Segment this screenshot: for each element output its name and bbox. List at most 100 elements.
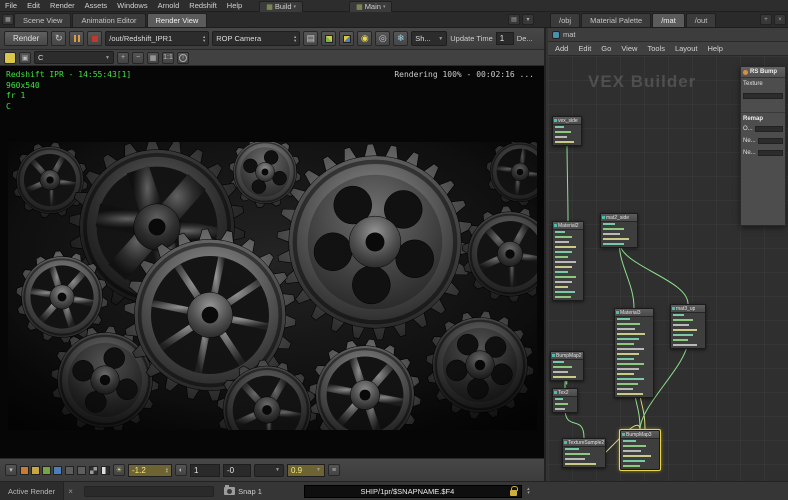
menu-item-windows[interactable]: Windows [112, 1, 152, 10]
contrast-icon[interactable]: ◐ [175, 464, 187, 476]
swatch-icon[interactable] [4, 51, 16, 64]
update-time-input[interactable]: 1 [495, 32, 514, 45]
network-menu-tools[interactable]: Tools [642, 44, 670, 53]
actual-size-icon[interactable]: 1:1 [162, 51, 174, 64]
pane-split-icon[interactable]: ▤ [508, 14, 520, 25]
spinner-icon[interactable]: ▴ ▾ [527, 486, 530, 496]
node-label: mat2_side [606, 214, 630, 221]
node-header: TextureSample2 [563, 439, 605, 447]
offset-field[interactable]: -0 [223, 463, 251, 477]
network-menu-help[interactable]: Help [702, 44, 727, 53]
node-material2[interactable]: Material2 [552, 221, 584, 301]
parameter-panel-header[interactable]: RS Bump [741, 67, 785, 78]
close-icon[interactable]: × [64, 487, 77, 496]
tab-animation-editor[interactable]: Animation Editor [72, 13, 146, 27]
spinner-icon[interactable]: ▴ ▾ [166, 466, 168, 474]
node-material3[interactable]: Material3 [614, 308, 654, 398]
param-field[interactable] [754, 126, 783, 132]
pane-menu-icon[interactable]: ▦ [2, 14, 14, 25]
node-texturesample2[interactable]: TextureSample2 [562, 438, 606, 468]
refresh-icon[interactable]: ↻ [51, 31, 67, 46]
tab-mat[interactable]: /mat [652, 13, 685, 27]
node-param-row [601, 223, 637, 227]
vignette-overlay [8, 142, 537, 430]
lut-gamma-field[interactable]: 0.9 ▼ [287, 463, 325, 477]
display-mode-icon[interactable]: ▤ [303, 31, 319, 46]
spinner-icon[interactable]: ▴ ▾ [203, 35, 205, 42]
desktop-tab-build[interactable]: ▦ Build ▾ [259, 0, 304, 12]
color-chip-0[interactable] [20, 465, 29, 475]
pause-icon[interactable] [69, 31, 85, 46]
gamma-field[interactable]: -1.2 ▴ ▾ [128, 463, 172, 477]
color-chip-1[interactable] [31, 465, 40, 475]
menu-item-assets[interactable]: Assets [80, 1, 113, 10]
color-chip-3[interactable] [53, 465, 62, 475]
network-menu-add[interactable]: Add [550, 44, 573, 53]
node-mat3_up[interactable]: mat3_up [670, 304, 706, 349]
crosshair-icon[interactable]: ◎ [375, 31, 391, 46]
zoom-in-icon[interactable]: + [117, 51, 129, 64]
menu-item-render[interactable]: Render [45, 1, 80, 10]
node-vex_side[interactable]: vex_side [552, 116, 582, 146]
param-field[interactable] [757, 150, 783, 156]
fit-view-icon[interactable]: ▦ [147, 51, 159, 64]
brightness-icon[interactable]: ☀ [113, 464, 125, 476]
node-bumpmap3[interactable]: BumpMap3 [619, 429, 661, 471]
render-viewport[interactable]: Redshift IPR - 14:55:43[1] 960x540 fr 1 … [0, 66, 544, 458]
network-menu-go[interactable]: Go [596, 44, 616, 53]
tab-scene-view[interactable]: Scene View [14, 13, 72, 27]
shader-select[interactable]: Sh... ▼ [411, 31, 448, 46]
freeze-icon[interactable]: ❄ [393, 31, 409, 46]
active-render-tab[interactable]: Active Render [0, 482, 65, 500]
network-menu-view[interactable]: View [616, 44, 642, 53]
checker-background-icon[interactable] [89, 465, 98, 475]
network-menu-layout[interactable]: Layout [670, 44, 703, 53]
color-chip-2[interactable] [42, 465, 51, 475]
output-path-field[interactable]: SHIP/1pr/$SNAPNAME.$F4 [303, 484, 522, 498]
lut-select[interactable]: ▼ [254, 463, 284, 477]
gain-field[interactable]: 1 [190, 463, 220, 477]
network-menu-edit[interactable]: Edit [573, 44, 596, 53]
menu-item-arnold[interactable]: Arnold [153, 1, 185, 10]
desktop-tab-main[interactable]: ▦ Main ▾ [349, 0, 393, 12]
menu-item-redshift[interactable]: Redshift [184, 1, 222, 10]
node-param-row [563, 458, 605, 462]
lock-icon[interactable] [509, 485, 518, 496]
info-icon[interactable]: i [177, 51, 189, 64]
gray-chip[interactable] [65, 465, 74, 475]
menu-item-file[interactable]: File [0, 1, 22, 10]
snapshot-camera-icon[interactable] [224, 485, 236, 495]
node-bumpmap2[interactable]: BumpMap2 [550, 351, 584, 381]
network-canvas[interactable]: VEX Builder RS Bump Texture Remap O... Ne… [548, 56, 788, 481]
tab-out[interactable]: /out [685, 13, 717, 27]
gray-chip[interactable] [77, 465, 86, 475]
menu-item-edit[interactable]: Edit [22, 1, 45, 10]
render-button[interactable]: Render [4, 31, 49, 46]
tab-material-palette[interactable]: Material Palette [581, 13, 652, 27]
menu-item-help[interactable]: Help [222, 1, 247, 10]
chevron-down-icon[interactable]: ▾ [522, 14, 534, 25]
zoom-out-icon[interactable]: − [132, 51, 144, 64]
texture-field[interactable] [743, 93, 783, 99]
close-tab-icon[interactable]: × [774, 14, 786, 25]
background-icon[interactable]: ▣ [19, 51, 31, 64]
chevron-down-icon[interactable]: ▾ [5, 464, 17, 476]
node-tex2[interactable]: Tex2 [552, 388, 578, 413]
param-field[interactable] [757, 138, 783, 144]
new-tab-icon[interactable]: + [760, 14, 772, 25]
split-compare-icon[interactable] [101, 465, 110, 475]
stop-icon[interactable] [87, 31, 103, 46]
node-type-icon [602, 216, 605, 219]
channel-select[interactable]: C ▼ [34, 51, 114, 64]
network-breadcrumb[interactable]: mat [563, 30, 576, 39]
tab-obj[interactable]: /obj [550, 13, 581, 27]
spinner-icon[interactable]: ▴ ▾ [294, 35, 296, 42]
aov-preview-icon[interactable] [339, 31, 355, 46]
camera-select[interactable]: ROP Camera ▴ ▾ [212, 31, 301, 46]
rop-select[interactable]: /out/Redshift_IPR1 ▴ ▾ [105, 31, 210, 46]
tab-render-view[interactable]: Render View [146, 13, 208, 27]
light-icon[interactable]: ◉ [357, 31, 373, 46]
region-render-icon[interactable] [321, 31, 337, 46]
node-mat2_side[interactable]: mat2_side [600, 213, 638, 248]
options-icon[interactable]: ≡ [328, 464, 340, 476]
